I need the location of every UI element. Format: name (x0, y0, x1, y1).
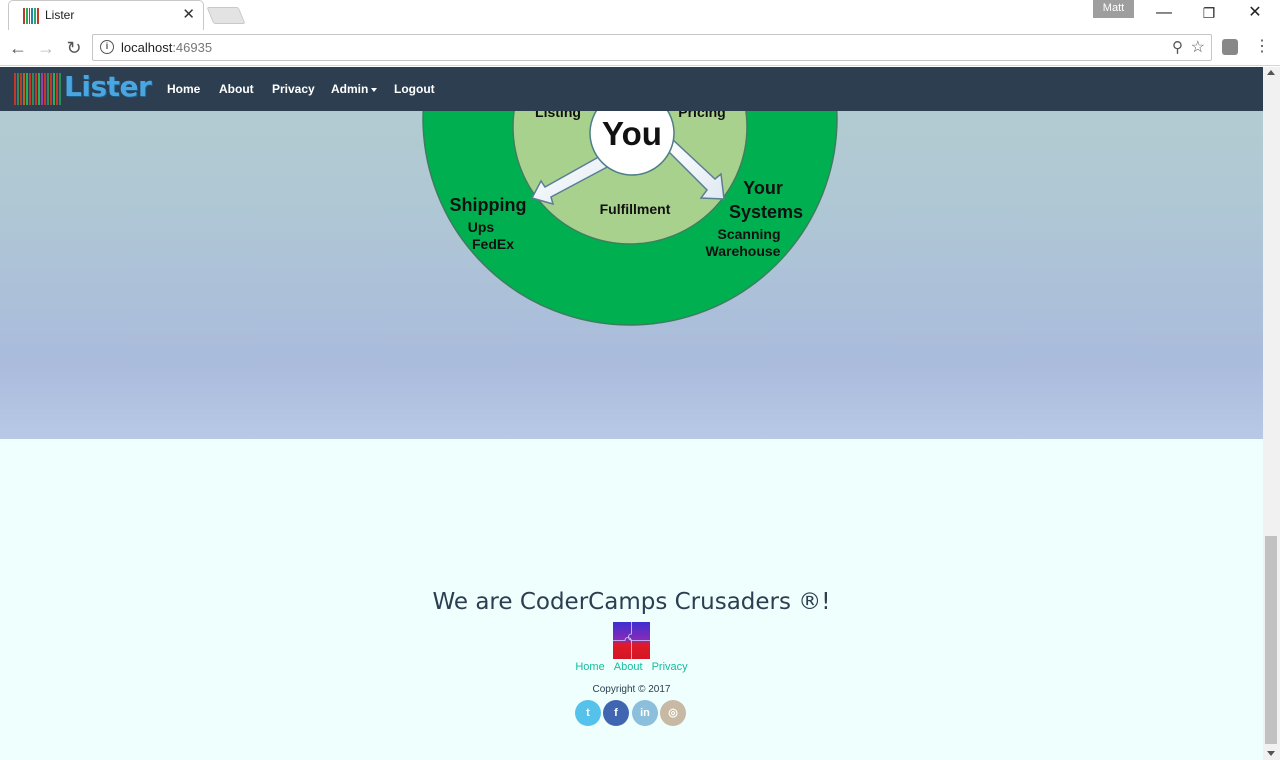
browser-tab[interactable]: Lister ✕ (8, 0, 204, 30)
scroll-down-arrow-icon[interactable] (1267, 751, 1275, 756)
systems-item-scanning: Scanning (717, 226, 780, 242)
nav-about[interactable]: About (219, 82, 254, 96)
facebook-icon[interactable]: f (603, 700, 629, 726)
twitter-icon[interactable]: t (575, 700, 601, 726)
footer-link-privacy[interactable]: Privacy (652, 661, 688, 673)
social-links: t f in ◎ (575, 700, 687, 728)
codercamps-puzzle-logo-icon (613, 622, 650, 659)
nav-home[interactable]: Home (167, 82, 200, 96)
back-arrow-icon[interactable]: ← (7, 37, 29, 59)
brand-name: Lister (64, 70, 152, 103)
barcode-icon (14, 73, 61, 105)
new-tab-button[interactable] (206, 7, 246, 24)
systems-title-line1: Your (743, 178, 783, 198)
copyright-text: Copyright © 2017 (592, 684, 671, 695)
brand-logo[interactable]: Lister (14, 70, 152, 105)
footer-links: Home About Privacy (0, 661, 1263, 673)
nav-logout[interactable]: Logout (394, 82, 435, 96)
inner-label-fulfillment: Fulfillment (600, 201, 671, 217)
browser-tabstrip: Lister ✕ Matt — ❐ ✕ (0, 0, 1280, 30)
close-window-icon[interactable]: ✕ (1243, 4, 1267, 22)
address-bar[interactable]: i localhost:46935 ⚲ ☆ (92, 34, 1212, 61)
shipping-item-fedex: FedEx (472, 236, 514, 252)
minimize-icon[interactable]: — (1152, 4, 1176, 22)
systems-title-line2: Systems (729, 202, 803, 222)
url-text[interactable]: localhost:46935 (121, 40, 212, 55)
page-scrollbar[interactable] (1263, 67, 1280, 760)
nav-privacy[interactable]: Privacy (272, 82, 315, 96)
info-icon[interactable]: i (100, 40, 114, 54)
tab-title: Lister (45, 8, 75, 22)
footer-link-home[interactable]: Home (575, 661, 604, 673)
extension-icon[interactable] (1222, 39, 1238, 55)
footer-slogan: We are CoderCamps Crusaders ®! (432, 589, 831, 615)
hero-section: You Listing Pricing Fulfillment Shipping… (0, 67, 1263, 439)
center-label: You (602, 115, 662, 152)
forward-arrow-icon[interactable]: → (35, 37, 57, 59)
systems-item-warehouse: Warehouse (706, 243, 781, 259)
shipping-item-ups: Ups (468, 219, 495, 235)
footer-link-about[interactable]: About (614, 661, 643, 673)
services-diagram: You Listing Pricing Fulfillment Shipping… (422, 67, 838, 326)
bookmark-star-icon[interactable]: ☆ (1191, 37, 1205, 57)
nav-admin-dropdown[interactable]: Admin (331, 82, 378, 96)
site-footer: We are CoderCamps Crusaders ®! Home Abou… (0, 439, 1263, 760)
browser-menu-icon[interactable]: ⋮ (1254, 36, 1270, 56)
linkedin-icon[interactable]: in (632, 700, 658, 726)
site-navbar: Lister Home About Privacy Admin Logout (0, 67, 1263, 111)
scroll-up-arrow-icon[interactable] (1267, 70, 1275, 75)
tab-close-icon[interactable]: ✕ (182, 6, 195, 24)
zoom-icon[interactable]: ⚲ (1172, 38, 1183, 56)
scrollbar-thumb[interactable] (1265, 536, 1277, 744)
reload-icon[interactable]: ↻ (63, 37, 85, 59)
instagram-icon[interactable]: ◎ (660, 700, 686, 726)
shipping-title: Shipping (450, 195, 527, 215)
page-viewport: You Listing Pricing Fulfillment Shipping… (0, 67, 1263, 760)
restore-icon[interactable]: ❐ (1197, 4, 1221, 22)
lister-favicon-icon (23, 8, 39, 24)
profile-button[interactable]: Matt (1093, 0, 1134, 18)
browser-toolbar: ← → ↻ i localhost:46935 ⚲ ☆ ⋮ (0, 30, 1280, 66)
caret-down-icon (371, 87, 378, 92)
